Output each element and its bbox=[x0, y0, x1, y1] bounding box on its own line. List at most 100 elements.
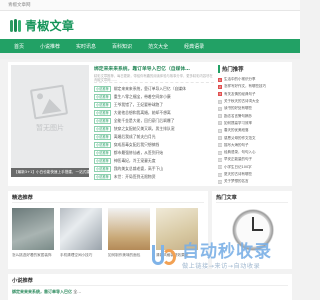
list-item[interactable]: 小说推荐 我的美女总裁老婆，高手下山 bbox=[94, 165, 214, 173]
hot-item[interactable]: 10 描写大海的句子 bbox=[218, 142, 290, 149]
list-item[interactable]: 小说推荐 绑定来来来系统，靠订单导入巴亿（自媒体 bbox=[94, 85, 214, 93]
hot-link[interactable]: 描写大海的句子 bbox=[224, 143, 249, 148]
hot-item[interactable]: 6 励志名言警句摘抄 bbox=[218, 112, 290, 119]
list-item[interactable]: 小说推荐 快穿之女配她又美又飒，男主排队宠 bbox=[94, 125, 214, 133]
category-tag[interactable]: 小说推荐 bbox=[94, 125, 111, 133]
article-link[interactable]: 穿成恶毒女配后我只想搞钱 bbox=[114, 142, 160, 148]
category-tag[interactable]: 小说推荐 bbox=[94, 165, 111, 173]
site-name[interactable]: 青椒文章网 bbox=[8, 3, 31, 8]
pick-card-image[interactable] bbox=[60, 208, 102, 250]
article-link[interactable]: 末世：开局签到无限物资 bbox=[114, 174, 156, 180]
article-link[interactable]: 神医毒妃，冷王宠妻无度 bbox=[114, 158, 156, 164]
nav-item-quotes[interactable]: 经典语录 bbox=[184, 43, 204, 50]
list-item[interactable]: 小说推荐 大佬他总想和我离婚，她却不想离 bbox=[94, 109, 214, 117]
site-logo-text[interactable]: 青椒文章 bbox=[25, 17, 74, 34]
article-link[interactable]: 重生八零之福宝，带着空间奔小康 bbox=[114, 94, 171, 100]
hot-item[interactable]: 11 经典语录，句句入心 bbox=[218, 149, 290, 156]
rank-badge: 11 bbox=[218, 150, 222, 155]
hot-link[interactable]: 有关友情的经典句子 bbox=[224, 92, 256, 97]
hot-link[interactable]: 生活中的小常识分享 bbox=[224, 77, 256, 82]
list-item[interactable]: 小说推荐 末世：开局签到无限物资 bbox=[94, 173, 214, 181]
nav-item-news[interactable]: 实时讯息 bbox=[76, 43, 96, 50]
hot-link[interactable]: 感恩父母的作文范文 bbox=[224, 136, 256, 141]
hot-link[interactable]: 怎样写好作文，有哪些技巧 bbox=[224, 84, 266, 89]
hot-item[interactable]: 1 生活中的小常识分享 bbox=[218, 76, 290, 83]
hot-link[interactable]: 春天的优美段落 bbox=[224, 128, 249, 133]
article-link[interactable]: 大佬他总想和我离婚，她却不想离 bbox=[114, 110, 171, 116]
article-link[interactable]: 我的美女总裁老婆，高手下山 bbox=[114, 166, 163, 172]
hot-item[interactable]: 5 读书的好处有哪些 bbox=[218, 105, 290, 112]
hot-item[interactable]: 12 早安正能量的句子 bbox=[218, 156, 290, 163]
nav-item-encyclopedia[interactable]: 百科知识 bbox=[112, 43, 132, 50]
hot-link[interactable]: 关于梦想的名言 bbox=[224, 179, 249, 184]
rank-badge: 12 bbox=[218, 157, 222, 162]
pick-card-caption[interactable]: 怎么挑选好看的家居装饰 bbox=[12, 253, 54, 261]
latest-article-row[interactable]: 绑定来来来系统，靠订单导入巴亿 全… bbox=[12, 289, 288, 295]
category-tag[interactable]: 小说推荐 bbox=[94, 117, 111, 125]
article-list: 小说推荐 绑定来来来系统，靠订单导入巴亿（自媒体 小说推荐 重生八零之福宝，带着空间… bbox=[94, 85, 214, 181]
category-tag[interactable]: 小说推荐 bbox=[94, 133, 111, 141]
pick-card-image[interactable] bbox=[108, 208, 150, 250]
article-link[interactable]: 绑定来来来系统，靠订单导入巴亿（自媒体 bbox=[114, 86, 186, 92]
list-item[interactable]: 小说推荐 重生八零之福宝，带着空间奔小康 bbox=[94, 93, 214, 101]
category-tag[interactable]: 小说推荐 bbox=[94, 157, 111, 165]
category-tag[interactable]: 小说推荐 bbox=[94, 141, 111, 149]
category-tag[interactable]: 小说推荐 bbox=[94, 93, 111, 101]
hot-link[interactable]: 早安正能量的句子 bbox=[224, 157, 252, 162]
hot-item[interactable]: 7 如何提高学习效率 bbox=[218, 120, 290, 127]
article-link[interactable]: 全能千金是大佬，回归豪门后飒爆了 bbox=[114, 118, 175, 124]
nav-item-novels[interactable]: 小说推荐 bbox=[40, 43, 60, 50]
category-tag[interactable]: 小说推荐 bbox=[94, 173, 111, 181]
watermark-main: 自动秒收录 bbox=[182, 241, 272, 262]
nav-item-home[interactable]: 首页 bbox=[14, 43, 24, 50]
pepper-logo-icon[interactable] bbox=[10, 18, 22, 33]
hot-link[interactable]: 励志名言警句摘抄 bbox=[224, 114, 252, 119]
hot-item[interactable]: 2 怎样写好作文，有哪些技巧 bbox=[218, 83, 290, 90]
category-tag[interactable]: 小说推荐 bbox=[94, 149, 111, 157]
pick-card-caption[interactable]: 如何制作美味的面包 bbox=[108, 253, 150, 261]
article-link[interactable]: 快穿之女配她又美又飒，男主排队宠 bbox=[114, 126, 175, 132]
rank-badge: 6 bbox=[218, 114, 222, 119]
pick-card[interactable]: 怎么挑选好看的家居装饰 bbox=[12, 208, 54, 261]
list-item[interactable]: 小说推荐 王爷我错了，王妃要带球跑了 bbox=[94, 101, 214, 109]
hot-item[interactable]: 14 夏天的古诗有哪些 bbox=[218, 171, 290, 178]
article-link[interactable]: 王爷我错了，王妃要带球跑了 bbox=[114, 102, 163, 108]
category-tag[interactable]: 小说推荐 bbox=[94, 101, 111, 109]
pick-card-caption[interactable]: 手机清理空间小技巧 bbox=[60, 253, 102, 261]
pick-card-image[interactable] bbox=[12, 208, 54, 250]
category-tag[interactable]: 小说推荐 bbox=[94, 109, 111, 117]
category-tag[interactable]: 小说推荐 bbox=[94, 85, 111, 93]
thumbnail-caption[interactable]: 【最新3+1】小白也能快速上手搭建，一站式建站工具让你轻松上线 bbox=[11, 168, 89, 177]
top-bar: 青椒文章网 bbox=[0, 0, 300, 11]
pick-card[interactable]: 如何制作美味的面包 bbox=[108, 208, 150, 261]
hot-item[interactable]: 8 春天的优美段落 bbox=[218, 127, 290, 134]
feature-thumbnail[interactable]: 暂无图片 【最新3+1】小白也能快速上手搭建，一站式建站工具让你轻松上线 bbox=[11, 65, 89, 177]
hot-link[interactable]: 关于秋天的古诗词大全 bbox=[224, 99, 259, 104]
rank-badge: 14 bbox=[218, 172, 222, 177]
list-item[interactable]: 小说推荐 离婚后我成了前夫白月光 bbox=[94, 133, 214, 141]
article-link[interactable]: 都市最强修仙者，从签到开始 bbox=[114, 150, 163, 156]
rank-badge: 2 bbox=[218, 84, 222, 89]
list-item[interactable]: 小说推荐 全能千金是大佬，回归豪门后飒爆了 bbox=[94, 117, 214, 125]
hot-item[interactable]: 4 关于秋天的古诗词大全 bbox=[218, 98, 290, 105]
hot-item[interactable]: 13 小学生日记100字 bbox=[218, 164, 290, 171]
latest-article-text[interactable]: 全… bbox=[73, 289, 81, 294]
hot-link[interactable]: 小学生日记100字 bbox=[224, 165, 252, 170]
list-item[interactable]: 小说推荐 穿成恶毒女配后我只想搞钱 bbox=[94, 141, 214, 149]
nav-item-essays[interactable]: 范文大全 bbox=[148, 43, 168, 50]
hot-item[interactable]: 3 有关友情的经典句子 bbox=[218, 91, 290, 98]
hot-link[interactable]: 经典语录，句句入心 bbox=[224, 150, 256, 155]
rank-badge: 13 bbox=[218, 165, 222, 170]
hot-link[interactable]: 读书的好处有哪些 bbox=[224, 106, 252, 111]
hot-link[interactable]: 如何提高学习效率 bbox=[224, 121, 252, 126]
pick-card[interactable]: 手机清理空间小技巧 bbox=[60, 208, 102, 261]
article-link[interactable]: 离婚后我成了前夫白月光 bbox=[114, 134, 156, 140]
lead-article-title[interactable]: 绑定来来来系统，靠订单导入巴亿（自媒体… bbox=[94, 65, 214, 72]
hot-link[interactable]: 夏天的古诗有哪些 bbox=[224, 172, 252, 177]
list-item[interactable]: 小说推荐 神医毒妃，冷王宠妻无度 bbox=[94, 157, 214, 165]
hot-item[interactable]: 15 关于梦想的名言 bbox=[218, 178, 290, 185]
hot-item[interactable]: 9 感恩父母的作文范文 bbox=[218, 134, 290, 141]
list-item[interactable]: 小说推荐 都市最强修仙者，从签到开始 bbox=[94, 149, 214, 157]
picks-title: 精选推荐 bbox=[12, 194, 204, 203]
latest-article-title[interactable]: 绑定来来来系统，靠订单导入巴亿 bbox=[12, 289, 72, 294]
